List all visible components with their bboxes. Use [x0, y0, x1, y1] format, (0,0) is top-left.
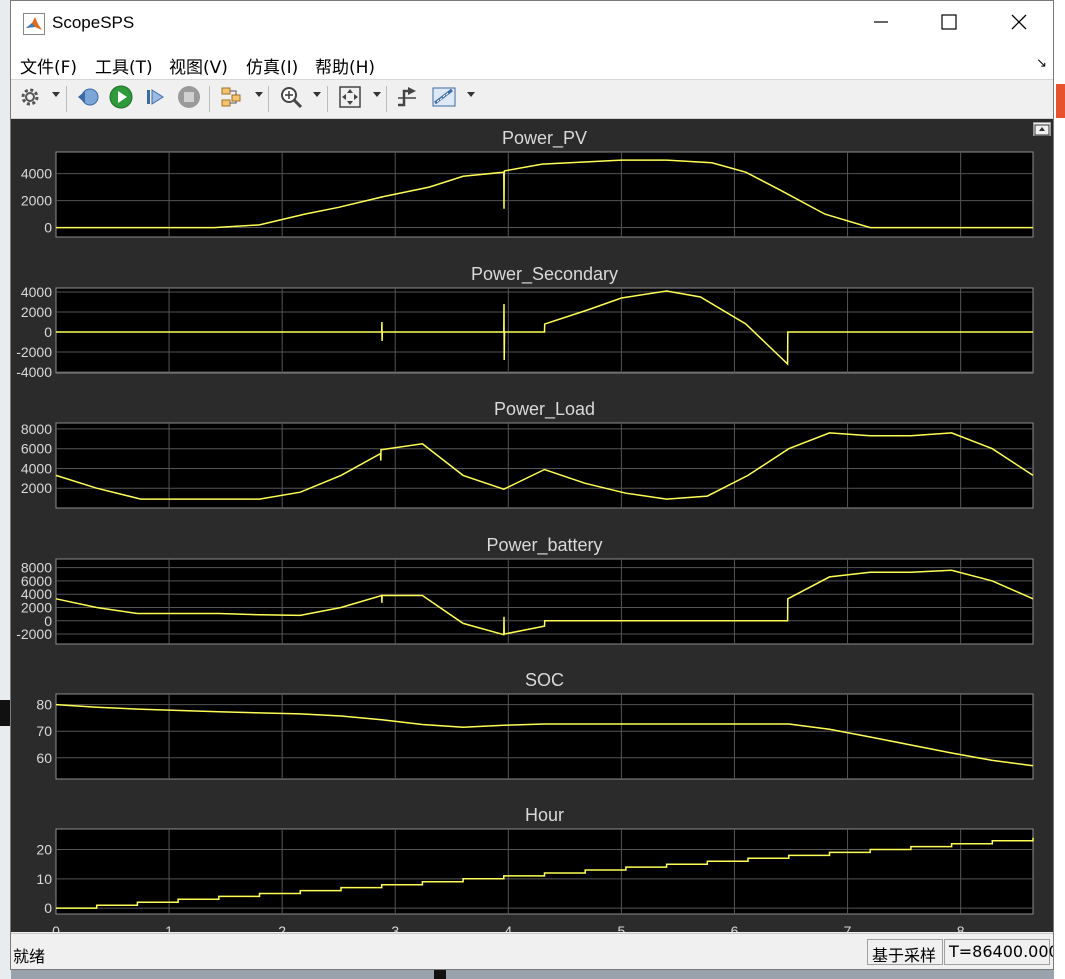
maximize-icon	[941, 13, 957, 35]
x-tick-label: 1	[165, 923, 173, 932]
toolbar-separator	[66, 86, 67, 112]
x-tick-label: 6	[731, 923, 739, 932]
hour-axes	[55, 828, 1034, 915]
hour-ytick-label: 20	[36, 842, 52, 858]
toolbar-separator	[386, 86, 387, 112]
x-tick-label: 8	[957, 923, 965, 932]
power-secondary-ytick-label: -2000	[16, 344, 52, 360]
zoom-dropdown-icon[interactable]	[313, 92, 321, 97]
title-bar[interactable]: ScopeSPS	[11, 1, 1053, 47]
scope-plots: Power_PV020004000Power_Secondary-4000-20…	[16, 128, 1034, 932]
power-pv-ytick-label: 2000	[21, 193, 52, 209]
x-tick-label: 5	[617, 923, 625, 932]
minimize-button[interactable]	[846, 1, 916, 47]
undock-button[interactable]	[1033, 122, 1051, 136]
autoscale-dropdown-icon[interactable]	[373, 92, 381, 97]
soc-ytick-label: 60	[36, 750, 52, 766]
power-pv-axes	[55, 151, 1034, 238]
zoom-icon	[279, 85, 303, 114]
window-title: ScopeSPS	[52, 13, 135, 32]
power-pv-ytick-label: 0	[44, 220, 52, 236]
power-pv-ytick-label: 4000	[21, 166, 52, 182]
settings-button[interactable]	[17, 84, 43, 114]
power-secondary-title: Power_Secondary	[471, 264, 618, 285]
power-secondary-ytick-label: 2000	[21, 304, 52, 320]
power-pv-title: Power_PV	[502, 128, 587, 149]
background-app-accent	[1056, 84, 1065, 118]
run-icon	[109, 85, 133, 114]
autoscale-button[interactable]	[337, 84, 363, 114]
toolbar-separator	[327, 86, 328, 112]
power-load-ytick-label: 2000	[21, 480, 52, 496]
hour-ytick-label: 10	[36, 871, 52, 887]
soc-axes	[55, 693, 1034, 780]
menu-tools[interactable]: 工具(T)	[95, 53, 153, 78]
soc-ytick-label: 80	[36, 697, 52, 713]
close-button[interactable]	[984, 1, 1053, 47]
zoom-button[interactable]	[278, 84, 304, 114]
x-tick-label: 2	[278, 923, 286, 932]
toolbar-separator	[268, 86, 269, 112]
close-icon	[1011, 14, 1027, 35]
trigger-icon	[395, 85, 419, 114]
toolbar	[11, 80, 1053, 119]
hour-title: Hour	[525, 805, 564, 825]
power-battery-title: Power_battery	[486, 535, 602, 556]
toolbar-separator	[209, 86, 210, 112]
step-forward-button[interactable]	[142, 84, 168, 114]
stop-button[interactable]	[176, 84, 202, 114]
menu-view[interactable]: 视图(V)	[169, 53, 228, 78]
status-text: 就绪	[13, 947, 46, 966]
sample-mode-label: 基于采样	[867, 939, 943, 965]
undock-icon	[1034, 123, 1050, 140]
power-load-title: Power_Load	[494, 399, 595, 420]
power-load-ytick-label: 4000	[21, 460, 52, 476]
run-button[interactable]	[108, 84, 134, 114]
settings-dropdown-icon[interactable]	[52, 92, 60, 97]
rewind-icon	[76, 86, 100, 113]
power-secondary-ytick-label: 0	[44, 324, 52, 340]
step-forward-icon	[144, 86, 166, 113]
matlab-app-icon	[23, 13, 45, 35]
highlight-dropdown-icon[interactable]	[255, 92, 263, 97]
x-tick-label: 3	[391, 923, 399, 932]
highlight-block-button[interactable]	[219, 84, 245, 114]
power-load-ytick-label: 6000	[21, 441, 52, 457]
menu-bar: 文件(F) 工具(T) 视图(V) 仿真(I) 帮助(H) ↘	[11, 47, 1053, 80]
x-tick-label: 0	[52, 923, 60, 932]
cursor-measure-dropdown-icon[interactable]	[467, 92, 475, 97]
menu-expand-icon[interactable]: ↘	[1036, 55, 1047, 71]
settings-icon	[19, 86, 41, 113]
status-bar: 就绪 基于采样 T=86400.000	[11, 933, 1053, 969]
autoscale-icon	[338, 85, 362, 114]
scope-plot-area: Power_PV 0 2000 4000 Power_Secondary -4000 -20…	[11, 119, 1053, 932]
cursor-measure-icon	[431, 85, 457, 114]
menu-simulation[interactable]: 仿真(I)	[246, 53, 298, 78]
minimize-icon	[874, 15, 888, 34]
menu-file[interactable]: 文件(F)	[20, 53, 77, 78]
trigger-button[interactable]	[394, 84, 420, 114]
menu-help[interactable]: 帮助(H)	[315, 53, 375, 78]
maximize-button[interactable]	[914, 1, 984, 47]
cursor-measure-button[interactable]	[430, 84, 458, 114]
x-tick-label: 7	[844, 923, 852, 932]
power-battery-ytick-label: 8000	[21, 560, 52, 576]
scope-window: ScopeSPS 文件(F) 工具(T) 视图(V) 仿真(I) 帮助(H) ↘	[10, 0, 1054, 970]
background-app-right	[1054, 0, 1065, 979]
power-secondary-ytick-label: -4000	[16, 364, 52, 380]
rewind-button[interactable]	[74, 84, 102, 114]
hour-ytick-label: 0	[44, 900, 52, 916]
soc-title: SOC	[525, 670, 564, 690]
simulation-time-display: T=86400.000	[944, 939, 1053, 965]
highlight-block-icon	[220, 85, 244, 114]
stop-icon	[177, 85, 201, 114]
power-secondary-ytick-label: 4000	[21, 284, 52, 300]
soc-ytick-label: 70	[36, 723, 52, 739]
power-load-ytick-label: 8000	[21, 421, 52, 437]
x-tick-label: 4	[504, 923, 512, 932]
